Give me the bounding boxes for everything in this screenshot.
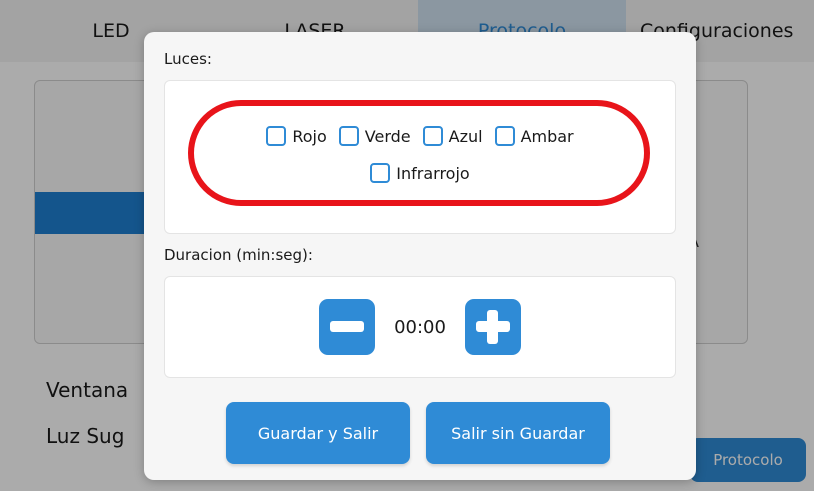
save-and-exit-button[interactable]: Guardar y Salir [226, 402, 410, 464]
exit-without-saving-button[interactable]: Salir sin Guardar [426, 402, 610, 464]
minus-icon [330, 321, 364, 332]
luces-label: Luces: [164, 50, 212, 68]
duration-value: 00:00 [394, 316, 446, 338]
protocol-edit-dialog: Luces: Rojo Verde Azul Ambar Infrarrojo … [144, 32, 696, 480]
duracion-label: Duracion (min:seg): [164, 246, 313, 264]
increase-duration-button[interactable] [465, 299, 521, 355]
decrease-duration-button[interactable] [319, 299, 375, 355]
highlight-annotation-ring [188, 100, 650, 206]
duration-stepper: 00:00 [144, 298, 696, 356]
